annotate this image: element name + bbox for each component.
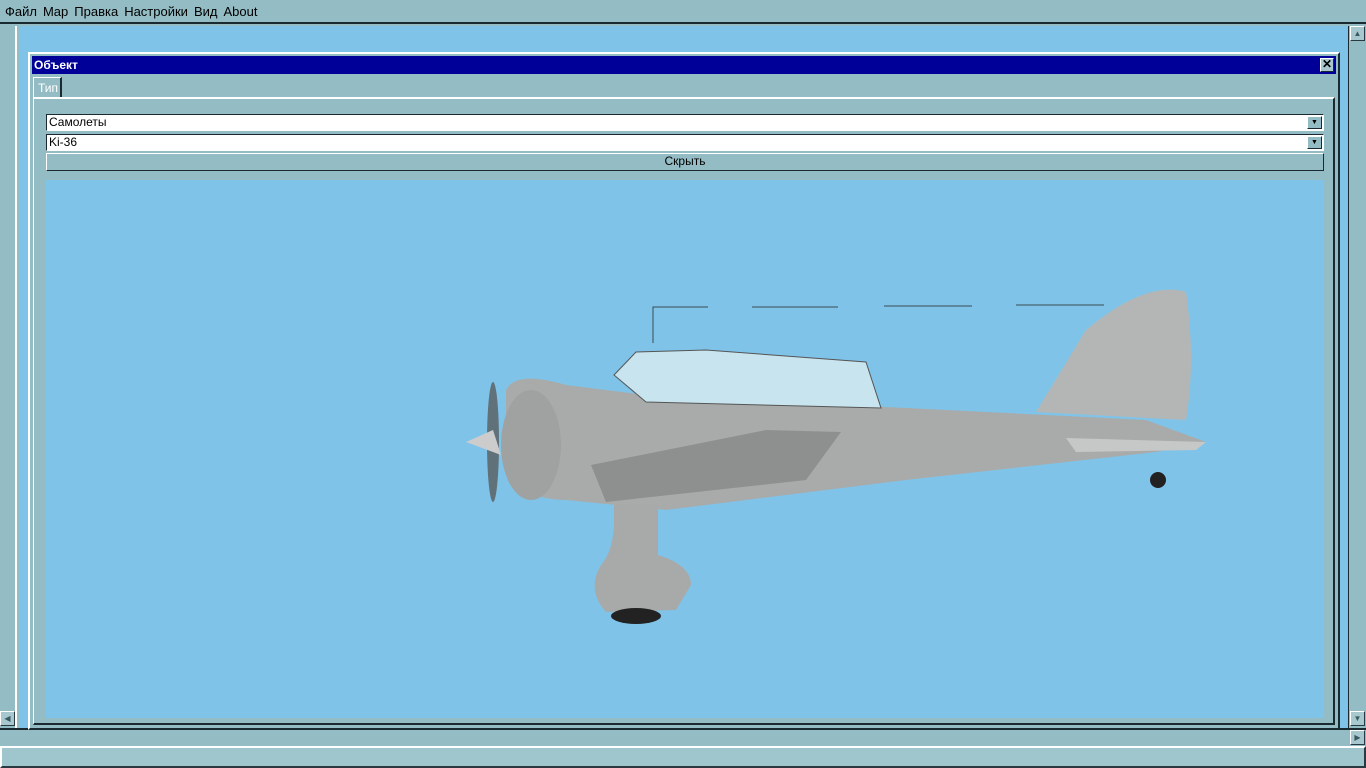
category-value: Самолеты [49,115,107,129]
window-title: Объект [34,58,78,72]
category-select[interactable]: Самолеты ▼ [46,114,1324,131]
scroll-right-button[interactable]: ▶ [1350,730,1365,745]
menu-settings[interactable]: Настройки [124,4,188,19]
model-viewport[interactable] [46,180,1324,718]
menu-about[interactable]: About [223,4,257,19]
scroll-left-button[interactable]: ◀ [0,711,15,726]
horizontal-scrollbar[interactable]: ▶ [0,728,1366,745]
menu-edit[interactable]: Правка [74,4,118,19]
model-select[interactable]: Ki-36 ▼ [46,134,1324,151]
vertical-scrollbar[interactable]: ▲ ▼ [1348,26,1366,728]
close-icon: ✕ [1321,57,1333,71]
close-button[interactable]: ✕ [1320,58,1334,72]
menu-file[interactable]: Файл [5,4,37,19]
menu-bar: Файл Map Правка Настройки Вид About [0,0,1366,24]
status-bar [0,746,1366,768]
menu-view[interactable]: Вид [194,4,218,19]
hide-button[interactable]: Скрыть [46,153,1324,171]
chevron-down-icon[interactable]: ▼ [1307,136,1322,149]
tab-panel: Самолеты ▼ Ki-36 ▼ Скрыть [33,97,1335,725]
model-value: Ki-36 [49,135,78,149]
tab-type[interactable]: Тип [33,77,62,98]
arrow-right-icon: ▶ [1354,733,1361,742]
object-window: Объект ✕ Тип Самолеты ▼ Ki-36 ▼ Скрыть [28,52,1340,730]
scroll-up-button[interactable]: ▲ [1350,26,1365,41]
scroll-down-button[interactable]: ▼ [1350,711,1365,726]
left-scrollbar[interactable]: ◀ [0,26,17,728]
arrow-left-icon: ◀ [4,714,11,723]
arrow-down-icon: ▼ [1353,714,1362,723]
menu-map[interactable]: Map [43,4,68,19]
arrow-up-icon: ▲ [1353,29,1362,38]
aircraft-model [466,289,1206,624]
window-titlebar[interactable]: Объект ✕ [32,56,1336,74]
chevron-down-icon[interactable]: ▼ [1307,116,1322,129]
